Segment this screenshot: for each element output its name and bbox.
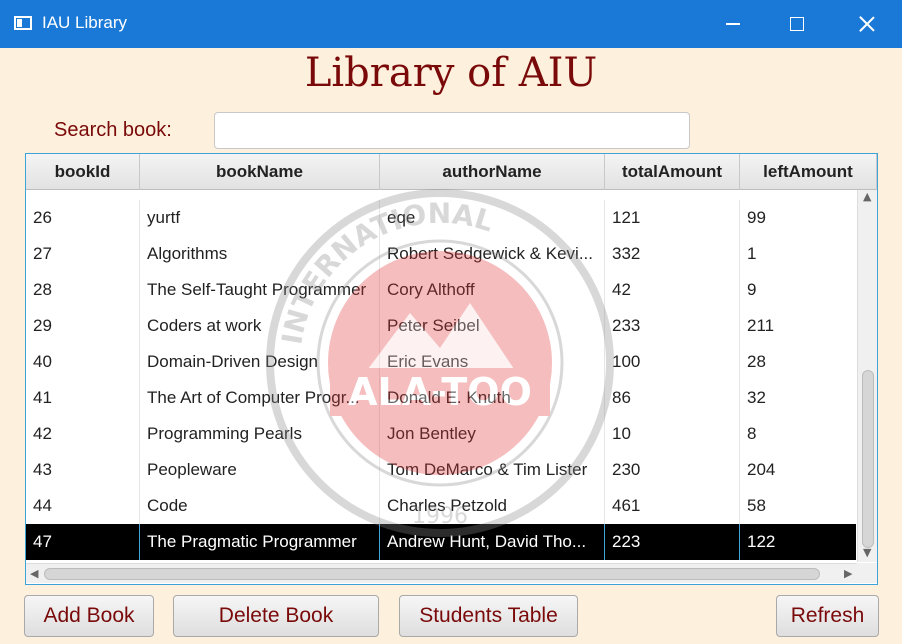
cell-totalamount: 332 — [605, 236, 740, 272]
table-row[interactable]: 40 Domain-Driven Design Eric Evans 100 28 — [26, 344, 856, 380]
cell-authorname: Donald E. Knuth — [380, 380, 605, 416]
minimize-icon — [726, 23, 740, 25]
cell-bookname: yurtf — [140, 200, 380, 236]
window-title: IAU Library — [42, 13, 128, 32]
app-window-icon — [14, 16, 32, 30]
cell-authorname: Eric Evans — [380, 344, 605, 380]
books-table[interactable]: bookId bookName authorName totalAmount l… — [25, 153, 878, 585]
cell-authorname: Charles Petzold — [380, 488, 605, 524]
delete-book-button[interactable]: Delete Book — [173, 595, 379, 637]
close-button[interactable] — [832, 0, 902, 48]
cell-bookname: Code — [140, 488, 380, 524]
maximize-button[interactable] — [762, 0, 832, 48]
cell-bookname: The Art of Computer Progr... — [140, 380, 380, 416]
cell-totalamount: 233 — [605, 308, 740, 344]
cell-leftamount: 122 — [740, 524, 856, 560]
cell-leftamount: 211 — [740, 308, 856, 344]
cell-bookid: 47 — [26, 524, 140, 560]
scroll-down-icon[interactable]: ▼ — [863, 546, 871, 559]
column-header-bookname[interactable]: bookName — [140, 154, 380, 190]
cell-leftamount: 58 — [740, 488, 856, 524]
cell-totalamount: 42 — [605, 272, 740, 308]
cell-bookid: 43 — [26, 452, 140, 488]
students-table-button[interactable]: Students Table — [399, 595, 578, 637]
cell-bookid: 40 — [26, 344, 140, 380]
cell-totalamount: 121 — [605, 200, 740, 236]
cell-authorname: Peter Seibel — [380, 308, 605, 344]
column-header-leftamount[interactable]: leftAmount — [740, 154, 877, 190]
cell-authorname: Robert Sedgewick & Kevi... — [380, 236, 605, 272]
cell-authorname: Andrew Hunt, David Tho... — [380, 524, 605, 560]
cell-leftamount: 28 — [740, 344, 856, 380]
maximize-icon — [790, 17, 804, 31]
table-row[interactable]: 26 yurtf eqe 121 99 — [26, 200, 856, 236]
cell-authorname: Jon Bentley — [380, 416, 605, 452]
cell-bookname: Domain-Driven Design — [140, 344, 380, 380]
cell-leftamount: 99 — [740, 200, 856, 236]
vertical-scroll-thumb[interactable] — [862, 370, 874, 548]
scroll-corner — [857, 563, 877, 583]
table-header: bookId bookName authorName totalAmount l… — [26, 154, 877, 190]
cell-bookname: Programming Pearls — [140, 416, 380, 452]
cell-leftamount: 1 — [740, 236, 856, 272]
cell-totalamount: 86 — [605, 380, 740, 416]
horizontal-scrollbar[interactable]: ◀ ▶ — [26, 563, 857, 583]
title-bar: IAU Library — [0, 0, 902, 48]
table-row[interactable]: 47 The Pragmatic Programmer Andrew Hunt, D… — [26, 524, 856, 560]
close-icon — [859, 16, 875, 32]
cell-totalamount: 461 — [605, 488, 740, 524]
table-row[interactable]: 42 Programming Pearls Jon Bentley 10 8 — [26, 416, 856, 452]
cell-bookid: 41 — [26, 380, 140, 416]
table-row[interactable]: 29 Coders at work Peter Seibel 233 211 — [26, 308, 856, 344]
column-header-totalamount[interactable]: totalAmount — [605, 154, 740, 190]
cell-bookname: The Pragmatic Programmer — [140, 524, 380, 560]
search-label: Search book: — [54, 119, 172, 141]
cell-bookid: 28 — [26, 272, 140, 308]
scroll-right-icon[interactable]: ▶ — [844, 567, 852, 580]
cell-bookid: 42 — [26, 416, 140, 452]
cell-leftamount: 204 — [740, 452, 856, 488]
vertical-scrollbar[interactable]: ▲ ▼ — [857, 190, 877, 562]
table-body: 26 yurtf eqe 121 99 27 Algorithms Robert Sedgew… — [26, 190, 856, 562]
cell-bookname: Peopleware — [140, 452, 380, 488]
table-row[interactable]: 41 The Art of Computer Progr... Donald E. … — [26, 380, 856, 416]
cell-totalamount: 10 — [605, 416, 740, 452]
cell-leftamount: 8 — [740, 416, 856, 452]
cell-totalamount: 230 — [605, 452, 740, 488]
table-row[interactable]: 44 Code Charles Petzold 461 58 — [26, 488, 856, 524]
cell-leftamount: 9 — [740, 272, 856, 308]
search-input[interactable] — [214, 112, 690, 149]
cell-bookid: 27 — [26, 236, 140, 272]
table-row[interactable]: 28 The Self-Taught Programmer Cory Althoff… — [26, 272, 856, 308]
cell-bookname: Algorithms — [140, 236, 380, 272]
cell-bookname: Coders at work — [140, 308, 380, 344]
cell-bookname: The Self-Taught Programmer — [140, 272, 380, 308]
minimize-button[interactable] — [698, 0, 768, 48]
page-title: Library of AIU — [304, 50, 598, 96]
scroll-up-icon[interactable]: ▲ — [863, 190, 871, 203]
cell-leftamount: 32 — [740, 380, 856, 416]
cell-authorname: Tom DeMarco & Tim Lister — [380, 452, 605, 488]
scroll-left-icon[interactable]: ◀ — [30, 567, 38, 580]
table-row[interactable]: 43 Peopleware Tom DeMarco & Tim Lister 230 2… — [26, 452, 856, 488]
cell-bookid: 29 — [26, 308, 140, 344]
horizontal-scroll-thumb[interactable] — [44, 568, 820, 580]
cell-bookid: 44 — [26, 488, 140, 524]
cell-bookid: 26 — [26, 200, 140, 236]
column-header-authorname[interactable]: authorName — [380, 154, 605, 190]
cell-totalamount: 100 — [605, 344, 740, 380]
refresh-button[interactable]: Refresh — [776, 595, 879, 637]
column-header-bookid[interactable]: bookId — [26, 154, 140, 190]
table-row[interactable]: 27 Algorithms Robert Sedgewick & Kevi... 33… — [26, 236, 856, 272]
cell-totalamount: 223 — [605, 524, 740, 560]
add-book-button[interactable]: Add Book — [24, 595, 154, 637]
cell-authorname: Cory Althoff — [380, 272, 605, 308]
cell-authorname: eqe — [380, 200, 605, 236]
